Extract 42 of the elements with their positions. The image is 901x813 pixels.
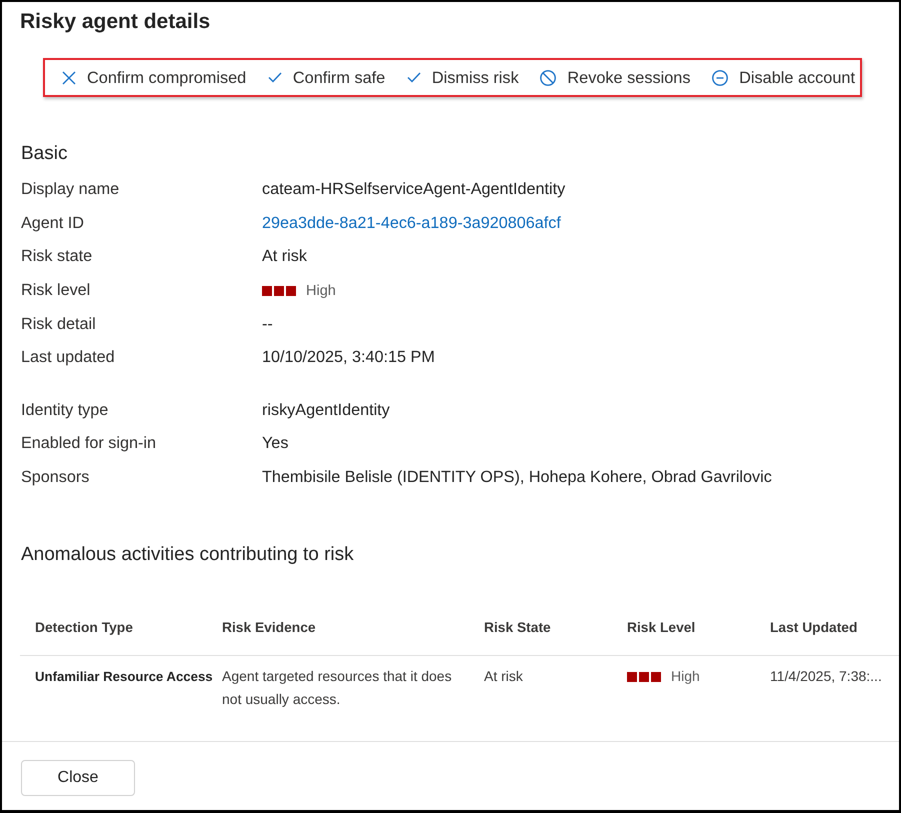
column-header: Risk State bbox=[484, 605, 627, 656]
agent-id-link[interactable]: 29ea3dde-8a21-4ec6-a189-3a920806afcf bbox=[262, 214, 561, 233]
field-label: Last updated bbox=[20, 348, 115, 368]
table-cell: At risk bbox=[484, 668, 523, 684]
toolbar-action-button[interactable]: Disable account bbox=[712, 68, 855, 88]
field-label: Risk detail bbox=[20, 314, 96, 334]
toolbar-action-button[interactable]: Confirm compromised bbox=[62, 68, 246, 88]
field-value: cateam-HRSelfserviceAgent-AgentIdentity bbox=[262, 180, 566, 200]
field-value: Yes bbox=[262, 434, 288, 454]
prohibited-icon bbox=[540, 70, 556, 86]
column-header: Risk Level bbox=[627, 605, 770, 656]
check-icon bbox=[406, 72, 421, 83]
field-value: riskyAgentIdentity bbox=[262, 400, 390, 420]
field-label: Identity type bbox=[20, 400, 108, 420]
table-cell: 11/4/2025, 7:38:... bbox=[770, 668, 882, 684]
column-header: Detection Type bbox=[20, 605, 222, 656]
table-cell: Unfamiliar Resource Access bbox=[35, 669, 213, 684]
toolbar-action-button[interactable]: Revoke sessions bbox=[540, 68, 690, 88]
close-button[interactable]: Close bbox=[21, 760, 135, 796]
column-header: Risk Evidence bbox=[222, 605, 484, 656]
field-label: Risk state bbox=[20, 247, 92, 266]
section-heading: Basic bbox=[21, 142, 68, 166]
section-heading: Anomalous activities contributing to risk bbox=[21, 543, 354, 568]
field-value: At risk bbox=[262, 247, 307, 266]
field-value: 10/10/2025, 3:40:15 PM bbox=[262, 348, 435, 368]
field-value: High bbox=[306, 282, 336, 299]
table-cell-text: High bbox=[671, 667, 700, 686]
check-icon bbox=[268, 72, 282, 83]
toolbar-action-button[interactable]: Dismiss risk bbox=[406, 68, 519, 88]
field-label: Sponsors bbox=[20, 468, 90, 488]
column-header: Last Updated bbox=[770, 605, 899, 656]
toolbar-action-button[interactable]: Confirm safe bbox=[268, 68, 386, 88]
cross-icon bbox=[62, 70, 76, 84]
dialog-title: Risky agent details bbox=[20, 9, 210, 35]
minus-circle-icon bbox=[712, 70, 728, 86]
field-label: Enabled for sign-in bbox=[20, 434, 156, 454]
field-value: Thembisile Belisle (IDENTITY OPS), Hohepa Kohere, Obrad Gavrilovic bbox=[262, 468, 772, 488]
field-label: Agent ID bbox=[20, 214, 84, 233]
field-label: Risk level bbox=[20, 281, 90, 300]
field-label: Display name bbox=[20, 180, 120, 200]
field-value: -- bbox=[262, 314, 273, 334]
table-cell: Agent targeted resources that it does not usually access. bbox=[222, 668, 452, 708]
